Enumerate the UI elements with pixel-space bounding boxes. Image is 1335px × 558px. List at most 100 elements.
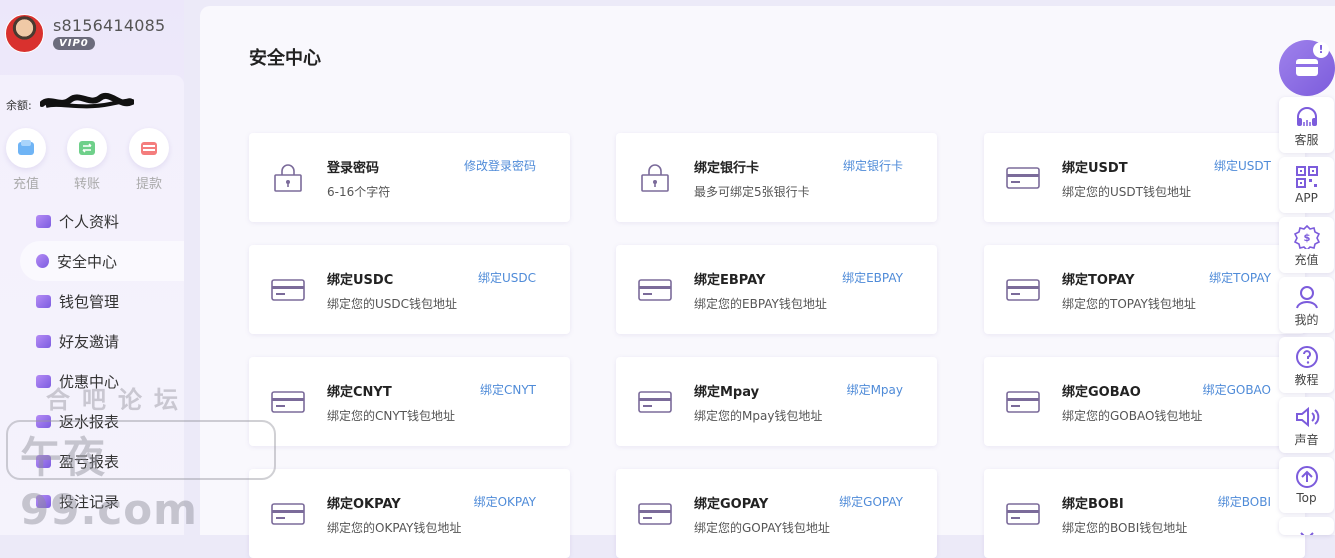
- card-action-link[interactable]: 绑定GOBAO: [1203, 381, 1271, 398]
- float-button-headset[interactable]: 客服: [1279, 97, 1334, 153]
- sidebar-item-invite[interactable]: 好友邀请: [20, 321, 184, 361]
- float-button-user[interactable]: 我的: [1279, 277, 1334, 333]
- security-card: 绑定银行卡 最多可绑定5张银行卡 绑定银行卡: [616, 133, 937, 222]
- card-action-link[interactable]: 绑定CNYT: [480, 381, 536, 398]
- card-description: 绑定您的Mpay钱包地址: [694, 409, 823, 423]
- profile-header: s8156414085 VIP0: [0, 0, 184, 70]
- avatar[interactable]: [5, 14, 44, 53]
- card-description: 绑定您的USDT钱包地址: [1062, 185, 1191, 199]
- card-action-link[interactable]: 绑定BOBI: [1218, 493, 1271, 510]
- sidebar-item-label: 安全中心: [57, 252, 118, 271]
- sidebar-item-promo[interactable]: 优惠中心: [20, 361, 184, 401]
- report-icon: [36, 414, 51, 428]
- float-button-qrcode[interactable]: APP: [1279, 157, 1334, 213]
- quick-transfer-label: 转账: [73, 177, 100, 192]
- card-description: 绑定您的BOBI钱包地址: [1062, 521, 1188, 535]
- quick-withdraw-label: 提款: [135, 177, 162, 192]
- security-card: 绑定USDC 绑定您的USDC钱包地址 绑定USDC: [249, 245, 570, 334]
- card-icon: [638, 497, 672, 529]
- arrow-up-icon: [1279, 465, 1334, 489]
- security-card: 绑定Mpay 绑定您的Mpay钱包地址 绑定Mpay: [616, 357, 937, 446]
- sidebar-item-label: 好友邀请: [59, 332, 120, 351]
- sidebar-item-profile[interactable]: 个人资料: [20, 201, 184, 241]
- security-card: 绑定BOBI 绑定您的BOBI钱包地址 绑定BOBI: [984, 469, 1305, 558]
- security-card: 绑定OKPAY 绑定您的OKPAY钱包地址 绑定OKPAY: [249, 469, 570, 558]
- card-title: 绑定USDC: [327, 273, 394, 288]
- card-action-link[interactable]: 绑定EBPAY: [842, 269, 903, 286]
- card-action-link[interactable]: 绑定OKPAY: [474, 493, 536, 510]
- card-icon: [638, 385, 672, 417]
- username: s8156414085: [53, 16, 166, 35]
- float-button-arrow-up[interactable]: Top: [1279, 457, 1334, 513]
- card-icon: [1006, 273, 1040, 305]
- sidebar-item-profit-report[interactable]: 盈亏报表: [20, 441, 184, 481]
- card-icon: [1006, 497, 1040, 529]
- float-button-label: 我的: [1294, 313, 1319, 327]
- sidebar: s8156414085 VIP0 余额: 充值 转账 提款 个人资料 安全中心 …: [0, 0, 184, 535]
- card-title: 绑定Mpay: [694, 385, 760, 400]
- headset-icon: [1279, 105, 1334, 129]
- card-title: 绑定GOPAY: [694, 497, 769, 512]
- float-button-deposit-gear[interactable]: $ 充值: [1279, 217, 1334, 273]
- sidebar-item-wallet[interactable]: 钱包管理: [20, 281, 184, 321]
- card-action-link[interactable]: 修改登录密码: [464, 157, 536, 174]
- invite-icon: [36, 334, 51, 348]
- float-wallet-button[interactable]: !: [1279, 40, 1335, 96]
- transfer-icon: [67, 128, 107, 168]
- quick-deposit-label: 充值: [12, 177, 39, 192]
- float-button-label: 教程: [1294, 373, 1319, 387]
- sidebar-item-label: 返水报表: [59, 412, 120, 431]
- card-title: 绑定EBPAY: [694, 273, 766, 288]
- promo-icon: [36, 374, 51, 388]
- float-button-label: Top: [1296, 491, 1317, 505]
- quick-transfer[interactable]: 转账: [65, 128, 109, 192]
- card-icon: [271, 385, 305, 417]
- wallet-icon: [36, 294, 51, 308]
- sidebar-item-label: 个人资料: [59, 212, 120, 231]
- card-description: 绑定您的EBPAY钱包地址: [694, 297, 827, 311]
- card-action-link[interactable]: 绑定USDC: [478, 269, 536, 286]
- card-description: 绑定您的GOBAO钱包地址: [1062, 409, 1203, 423]
- card-action-link[interactable]: 绑定TOPAY: [1209, 269, 1271, 286]
- card-description: 最多可绑定5张银行卡: [694, 185, 810, 199]
- lock-icon: [271, 161, 305, 193]
- card-description: 绑定您的OKPAY钱包地址: [327, 521, 462, 535]
- balance-label: 余额:: [6, 99, 32, 112]
- security-card: 绑定USDT 绑定您的USDT钱包地址 绑定USDT: [984, 133, 1305, 222]
- card-action-link[interactable]: 绑定GOPAY: [839, 493, 903, 510]
- quick-withdraw[interactable]: 提款: [127, 128, 171, 192]
- card-icon: [271, 497, 305, 529]
- security-card: 绑定TOPAY 绑定您的TOPAY钱包地址 绑定TOPAY: [984, 245, 1305, 334]
- card-description: 绑定您的CNYT钱包地址: [327, 409, 456, 423]
- card-icon: [638, 273, 672, 305]
- card-title: 登录密码: [327, 161, 380, 176]
- sidebar-item-rebate-report[interactable]: 返水报表: [20, 401, 184, 441]
- sidebar-item-security[interactable]: 安全中心: [20, 241, 184, 281]
- card-title: 绑定银行卡: [694, 161, 760, 176]
- sidebar-item-label: 投注记录: [59, 492, 120, 511]
- vip-badge: VIP0: [53, 37, 95, 50]
- float-button-label: 客服: [1294, 133, 1319, 147]
- notification-badge: !: [1313, 42, 1329, 58]
- lock-icon: [638, 161, 672, 193]
- card-title: 绑定OKPAY: [327, 497, 401, 512]
- card-description: 绑定您的TOPAY钱包地址: [1062, 297, 1196, 311]
- float-button-speaker[interactable]: 声音: [1279, 397, 1334, 453]
- card-action-link[interactable]: 绑定Mpay: [847, 381, 903, 398]
- speaker-icon: [1279, 405, 1334, 429]
- deposit-icon: [6, 128, 46, 168]
- security-card: 绑定EBPAY 绑定您的EBPAY钱包地址 绑定EBPAY: [616, 245, 937, 334]
- card-title: 绑定TOPAY: [1062, 273, 1135, 288]
- security-card: 绑定GOBAO 绑定您的GOBAO钱包地址 绑定GOBAO: [984, 357, 1305, 446]
- float-button-collapse[interactable]: [1279, 517, 1334, 535]
- sidebar-item-label: 钱包管理: [59, 292, 120, 311]
- card-action-link[interactable]: 绑定银行卡: [843, 157, 903, 174]
- sidebar-item-bet-record[interactable]: 投注记录: [20, 481, 184, 521]
- quick-deposit[interactable]: 充值: [4, 128, 48, 192]
- card-title: 绑定USDT: [1062, 161, 1128, 176]
- float-button-help[interactable]: 教程: [1279, 337, 1334, 393]
- card-icon: [271, 273, 305, 305]
- withdraw-icon: [129, 128, 169, 168]
- card-action-link[interactable]: 绑定USDT: [1214, 157, 1271, 174]
- card-title: 绑定BOBI: [1062, 497, 1124, 512]
